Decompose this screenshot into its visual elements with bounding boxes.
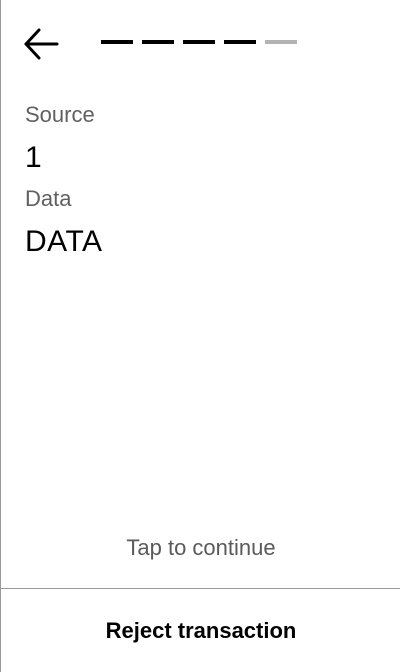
data-label: Data xyxy=(25,186,72,211)
progress-step-pending xyxy=(265,40,297,44)
progress-step-complete xyxy=(224,40,256,44)
progress-indicator xyxy=(101,40,297,44)
progress-step-complete xyxy=(142,40,174,44)
source-value: 1 xyxy=(25,141,43,174)
progress-step-complete xyxy=(183,40,215,44)
data-value: DATA xyxy=(25,225,103,258)
back-button[interactable] xyxy=(21,26,61,62)
arrow-left-icon xyxy=(24,28,59,60)
transaction-screen: Source 1 Data DATA Tap to continue Rejec… xyxy=(0,0,400,672)
source-label: Source xyxy=(25,102,95,127)
tap-to-continue[interactable]: Tap to continue xyxy=(1,535,400,561)
progress-step-complete xyxy=(101,40,133,44)
reject-transaction-button[interactable]: Reject transaction xyxy=(1,589,400,672)
